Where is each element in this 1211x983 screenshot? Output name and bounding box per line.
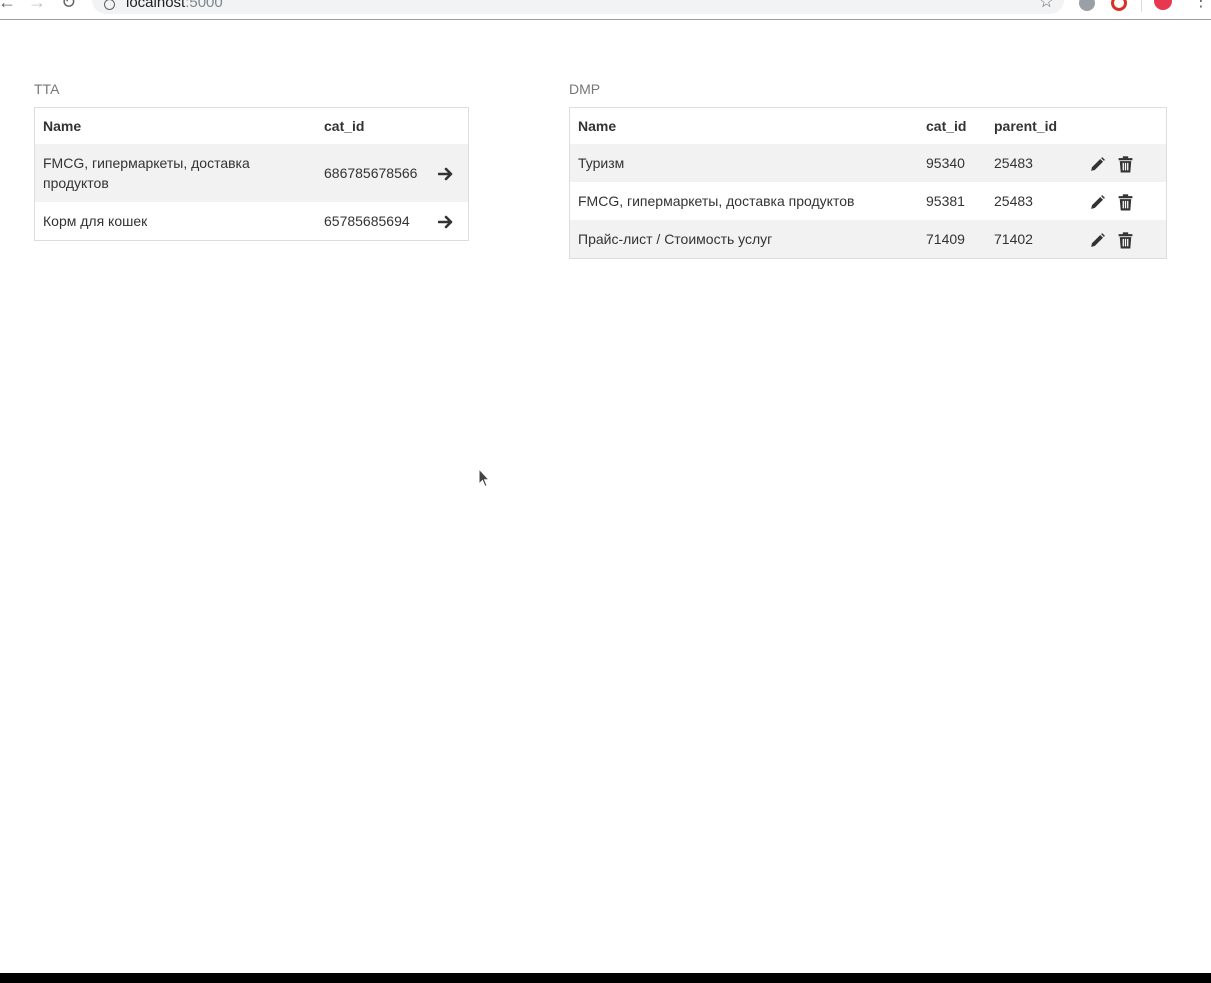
dmp-row-actions xyxy=(1081,144,1167,182)
tta-col-name: Name xyxy=(43,118,82,134)
dmp-panel: DMP Name cat_id parent_id Туризм 95340 2… xyxy=(569,80,1167,259)
dmp-row-parent-id: 25483 xyxy=(986,182,1081,220)
dmp-row-parent-id: 25483 xyxy=(986,144,1081,182)
pencil-icon[interactable] xyxy=(1089,232,1106,249)
tta-row-name: FMCG, гипермаркеты, доставка продуктов xyxy=(34,144,316,202)
tta-heading: TTA xyxy=(34,81,60,97)
tta-row-cat-id: 65785685694 xyxy=(316,202,428,241)
tta-col-cat-id: cat_id xyxy=(324,118,365,134)
browser-toolbar: ← → ↻ localhost:5000 ☆ ⋮ xyxy=(0,0,1211,20)
info-icon[interactable] xyxy=(104,0,115,10)
url-port: :5000 xyxy=(185,0,223,11)
trash-icon[interactable] xyxy=(1118,232,1133,249)
table-row: FMCG, гипермаркеты, доставка продуктов 9… xyxy=(569,182,1167,220)
tta-row-name: Корм для кошек xyxy=(34,202,316,241)
url-text[interactable]: localhost:5000 xyxy=(126,0,223,11)
dmp-col-parent-id: parent_id xyxy=(994,118,1058,134)
dmp-col-actions xyxy=(1081,108,1167,145)
table-row: Корм для кошек 65785685694 xyxy=(34,202,469,241)
tta-row-action xyxy=(428,144,469,202)
address-bar[interactable]: localhost:5000 ☆ xyxy=(92,0,1064,14)
dmp-row-name: Туризм xyxy=(569,144,918,182)
toolbar-divider xyxy=(1141,0,1142,12)
dmp-row-actions xyxy=(1081,182,1167,220)
tta-row-cat-id: 686785678566 xyxy=(316,144,428,202)
profile-avatar-icon[interactable] xyxy=(1154,0,1172,10)
pencil-icon[interactable] xyxy=(1089,156,1106,173)
dmp-heading: DMP xyxy=(569,81,601,97)
forward-icon[interactable]: → xyxy=(28,0,46,11)
taskbar-strip xyxy=(0,973,1211,983)
dmp-row-name: Прайс-лист / Стоимость услуг xyxy=(569,220,918,259)
dmp-row-cat-id: 95340 xyxy=(918,144,986,182)
back-icon[interactable]: ← xyxy=(0,0,16,11)
bookmark-star-icon[interactable]: ☆ xyxy=(1039,0,1054,12)
tta-table: Name cat_id FMCG, гипермаркеты, доставка… xyxy=(34,107,469,241)
tta-col-action xyxy=(428,108,469,145)
dmp-col-cat-id: cat_id xyxy=(926,118,967,134)
tta-row-action xyxy=(428,202,469,241)
table-row: Туризм 95340 25483 xyxy=(569,144,1167,182)
dmp-row-name: FMCG, гипермаркеты, доставка продуктов xyxy=(569,182,918,220)
dmp-col-name: Name xyxy=(578,118,617,134)
extension-icon[interactable] xyxy=(1111,0,1127,11)
dmp-table: Name cat_id parent_id Туризм 95340 25483 xyxy=(569,107,1167,259)
arrow-right-icon[interactable] xyxy=(438,215,454,229)
url-host: localhost xyxy=(126,0,186,11)
trash-icon[interactable] xyxy=(1118,156,1133,173)
extension-adblock-icon[interactable] xyxy=(1079,0,1095,11)
dmp-header-row: Name cat_id parent_id xyxy=(570,108,1167,145)
table-row: FMCG, гипермаркеты, доставка продуктов 6… xyxy=(34,144,469,202)
dmp-row-cat-id: 71409 xyxy=(918,220,986,259)
dmp-row-cat-id: 95381 xyxy=(918,182,986,220)
browser-menu-icon[interactable]: ⋮ xyxy=(1193,0,1209,10)
tta-header-row: Name cat_id xyxy=(35,108,469,145)
dmp-row-actions xyxy=(1081,220,1167,259)
mouse-cursor-icon xyxy=(478,467,491,493)
arrow-right-icon[interactable] xyxy=(438,167,454,181)
reload-icon[interactable]: ↻ xyxy=(61,0,76,11)
table-row: Прайс-лист / Стоимость услуг 71409 71402 xyxy=(569,220,1167,259)
tta-panel: TTA Name cat_id FMCG, гипермаркеты, дост… xyxy=(34,80,469,241)
trash-icon[interactable] xyxy=(1118,194,1133,211)
dmp-row-parent-id: 71402 xyxy=(986,220,1081,259)
pencil-icon[interactable] xyxy=(1089,194,1106,211)
